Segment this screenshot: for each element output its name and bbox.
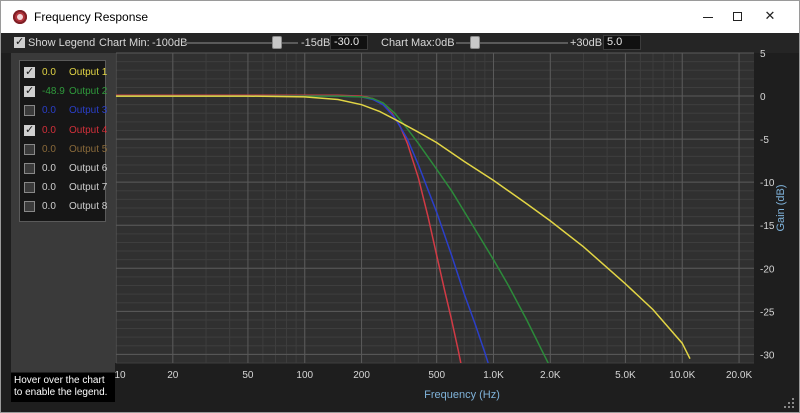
x-tick-label: 100: [296, 370, 313, 381]
x-tick-label: 200: [353, 370, 370, 381]
x-tick-label: 1.0K: [483, 370, 504, 381]
y-axis-label: Gain (dB): [775, 184, 787, 231]
x-tick-label: 10: [114, 370, 126, 381]
y-tick-label: -25: [760, 307, 775, 318]
x-tick-label: 20.0K: [726, 370, 752, 381]
y-tick-label: -30: [760, 350, 775, 361]
y-tick-label: 5: [760, 49, 766, 60]
x-tick-label: 10.0K: [669, 370, 695, 381]
x-tick-label: 50: [242, 370, 254, 381]
frequency-response-window: Frequency Response ✕ Show Legend Chart M…: [0, 0, 800, 413]
x-tick-label: 2.0K: [540, 370, 561, 381]
y-tick-label: 0: [760, 92, 766, 103]
y-tick-label: -15: [760, 221, 775, 232]
x-axis-label: Frequency (Hz): [424, 389, 500, 401]
x-tick-label: 500: [428, 370, 445, 381]
y-tick-label: -10: [760, 178, 775, 189]
resize-grip[interactable]: [783, 397, 795, 409]
y-tick-label: -20: [760, 264, 775, 275]
y-tick-label: -5: [760, 135, 769, 146]
frequency-chart[interactable]: 10 20 50 100 200 500 1.0K 2.0K 5.0K 10.0K 20.0K50-…: [1, 1, 799, 412]
x-tick-label: 5.0K: [615, 370, 636, 381]
x-tick-label: 20: [167, 370, 179, 381]
